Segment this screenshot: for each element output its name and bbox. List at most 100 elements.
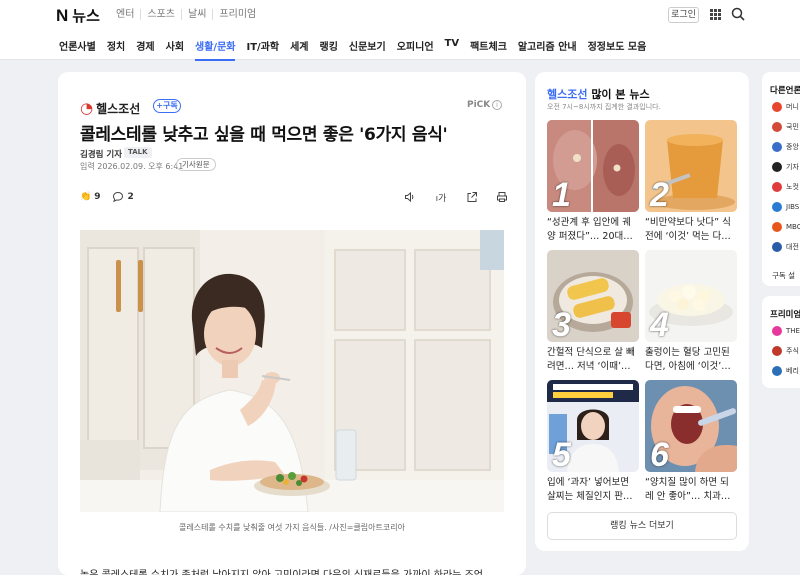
ranking-press[interactable]: 헬스조선 [547, 88, 587, 101]
nav-item-economy[interactable]: 경제 [136, 38, 154, 61]
ranking-thumbnail[interactable]: 1 [547, 120, 639, 212]
nav-item-opinion[interactable]: 오피니언 [397, 38, 434, 61]
ranking-thumbnail[interactable]: 4 [645, 250, 737, 342]
comment-count: 2 [127, 192, 134, 202]
font-size-icon[interactable]: ı가 [434, 191, 448, 204]
top-bar: N 뉴스 엔터 스포츠 날씨 프리미엄 로그인 [0, 0, 800, 30]
nav-item-politics[interactable]: 정치 [107, 38, 125, 61]
other-press-item[interactable]: MBC [772, 222, 800, 232]
ranking-item[interactable]: 6 “양치질 많이 하면 되레 안 좋아”… 치과… [645, 380, 737, 504]
other-press-item[interactable]: 머니 [772, 102, 799, 112]
other-press-item[interactable]: JIBS [772, 202, 799, 212]
nav-item-algorithm[interactable]: 알고리즘 안내 [518, 38, 577, 61]
ranking-headline[interactable]: “성관계 후 입안에 궤양 퍼졌다”… 20대… [547, 216, 639, 244]
other-press-title: 다른언론사 [770, 86, 800, 96]
other-press-item[interactable]: 기자 [772, 162, 799, 172]
ranking-item[interactable]: 2 “비만약보다 낫다” 식전에 ‘이것’ 먹는 다… [645, 120, 737, 244]
nav-item-press[interactable]: 언론사별 [59, 38, 96, 61]
article-photo[interactable] [80, 230, 504, 512]
press-logo-icon [772, 102, 782, 112]
article-tools: ı가 [404, 191, 508, 204]
other-press-name: JIBS [786, 203, 800, 211]
search-icon[interactable] [731, 7, 745, 21]
nav-item-tv[interactable]: TV [445, 38, 460, 61]
top-link-sports[interactable]: 스포츠 [140, 9, 181, 20]
ranking-item[interactable]: 4 출렁이는 혈당 고민된다면, 아침에 ‘이것’… [645, 250, 737, 374]
premium-panel: 프리미엄 THE 주식 베리 [762, 296, 800, 388]
nav-item-ranking[interactable]: 랭킹 [320, 38, 338, 61]
logo-n: N [56, 6, 69, 25]
share-icon[interactable] [466, 191, 478, 203]
press-logo-icon [772, 222, 782, 232]
nav-item-newspaper[interactable]: 신문보기 [349, 38, 386, 61]
section-nav-list: 언론사별 정치 경제 사회 생활/문화 IT/과학 세계 랭킹 신문보기 오피니… [59, 38, 657, 61]
ranking-panel: 헬스조선 많이 본 뉴스 오전 7시~8시까지 집계한 결과입니다. 1 “성관… [535, 72, 749, 551]
other-press-name: 머니 [786, 103, 799, 111]
ranking-item[interactable]: 5 입에 ‘과자’ 넣어보면 살찌는 체질인지 판… [547, 380, 639, 504]
nav-item-life-culture[interactable]: 생활/문화 [195, 38, 236, 61]
ranking-headline[interactable]: “비만약보다 낫다” 식전에 ‘이것’ 먹는 다… [645, 216, 737, 244]
nav-item-corrections[interactable]: 정정보도 모음 [588, 38, 647, 61]
ranking-item[interactable]: 3 간헐적 단식으로 살 빼려면… 저녁 ‘이때’… [547, 250, 639, 374]
other-press-item[interactable]: 국민 [772, 122, 799, 132]
other-press-panel: 다른언론사 머니 국민 중앙 기자 노컷 JIBS MBC 대전 구독 설 [762, 72, 800, 286]
ranking-thumbnail[interactable]: 3 [547, 250, 639, 342]
login-button[interactable]: 로그인 [668, 7, 699, 23]
press-logo-icon [772, 202, 782, 212]
nav-item-factcheck[interactable]: 팩트체크 [470, 38, 507, 61]
other-press-name: 기자 [786, 163, 799, 171]
premium-item[interactable]: 베리 [772, 366, 799, 376]
press-logo[interactable]: ◔ 헬스조선 [80, 99, 140, 117]
top-links: 엔터 스포츠 날씨 프리미엄 [110, 9, 262, 20]
other-press-item[interactable]: 대전 [772, 242, 799, 252]
ranking-headline[interactable]: “양치질 많이 하면 되레 안 좋아”… 치과… [645, 476, 737, 504]
print-icon[interactable] [496, 191, 508, 203]
reaction-bar: 👏 9 2 [80, 191, 146, 203]
font-size-label: 가 [438, 194, 447, 204]
nav-item-society[interactable]: 사회 [166, 38, 184, 61]
rank-number: 6 [650, 436, 669, 472]
ranking-headline[interactable]: 입에 ‘과자’ 넣어보면 살찌는 체질인지 판… [547, 476, 639, 504]
original-article-button[interactable]: 기사원문 [176, 158, 216, 171]
clap-icon[interactable]: 👏 [80, 192, 91, 202]
ranking-thumbnail[interactable]: 6 [645, 380, 737, 472]
info-icon[interactable]: i [492, 100, 502, 110]
rank-number: 5 [552, 436, 571, 472]
speaker-icon[interactable] [404, 191, 416, 203]
date-label: 입력 [80, 162, 95, 171]
press-logo-icon: ◔ [80, 99, 94, 117]
ranking-subtitle: 오전 7시~8시까지 집계한 결과입니다. [547, 103, 661, 111]
section-nav: 언론사별 정치 경제 사회 생활/문화 IT/과학 세계 랭킹 신문보기 오피니… [0, 30, 800, 61]
top-link-entertainment[interactable]: 엔터 [110, 9, 140, 20]
rank-number: 4 [650, 306, 669, 342]
other-press-item[interactable]: 노컷 [772, 182, 799, 192]
premium-item[interactable]: THE [772, 326, 800, 336]
talk-badge[interactable]: TALK [124, 147, 152, 158]
subscribe-settings-link[interactable]: 구독 설 [772, 270, 795, 281]
ranking-thumbnail[interactable]: 2 [645, 120, 737, 212]
publish-date: 입력 2026.02.09. 오후 6:41 [80, 161, 183, 172]
ranking-headline[interactable]: 간헐적 단식으로 살 빼려면… 저녁 ‘이때’… [547, 346, 639, 374]
reporter-name[interactable]: 김경림 기자 [80, 148, 122, 160]
apps-grid-icon[interactable] [710, 9, 721, 20]
press-logo-icon [772, 142, 782, 152]
ranking-headline[interactable]: 출렁이는 혈당 고민된다면, 아침에 ‘이것’… [645, 346, 737, 374]
premium-logo-icon [772, 366, 782, 376]
press-logo-icon [772, 242, 782, 252]
other-press-name: 대전 [786, 243, 799, 251]
press-name: 헬스조선 [96, 101, 141, 116]
other-press-item[interactable]: 중앙 [772, 142, 799, 152]
premium-item[interactable]: 주식 [772, 346, 799, 356]
ranking-item[interactable]: 1 “성관계 후 입안에 궤양 퍼졌다”… 20대… [547, 120, 639, 244]
top-link-weather[interactable]: 날씨 [181, 9, 212, 20]
nav-item-it-science[interactable]: IT/과학 [246, 38, 279, 61]
rank-number: 1 [552, 176, 571, 212]
ranking-thumbnail[interactable]: 5 [547, 380, 639, 472]
subscribe-button[interactable]: +구독 [153, 99, 181, 113]
rank-number: 3 [552, 306, 571, 342]
comment-icon[interactable] [112, 191, 124, 203]
naver-news-logo[interactable]: N 뉴스 [56, 5, 100, 26]
nav-item-world[interactable]: 세계 [290, 38, 308, 61]
more-ranking-button[interactable]: 랭킹 뉴스 더보기 [547, 512, 737, 540]
top-link-premium[interactable]: 프리미엄 [212, 9, 262, 20]
